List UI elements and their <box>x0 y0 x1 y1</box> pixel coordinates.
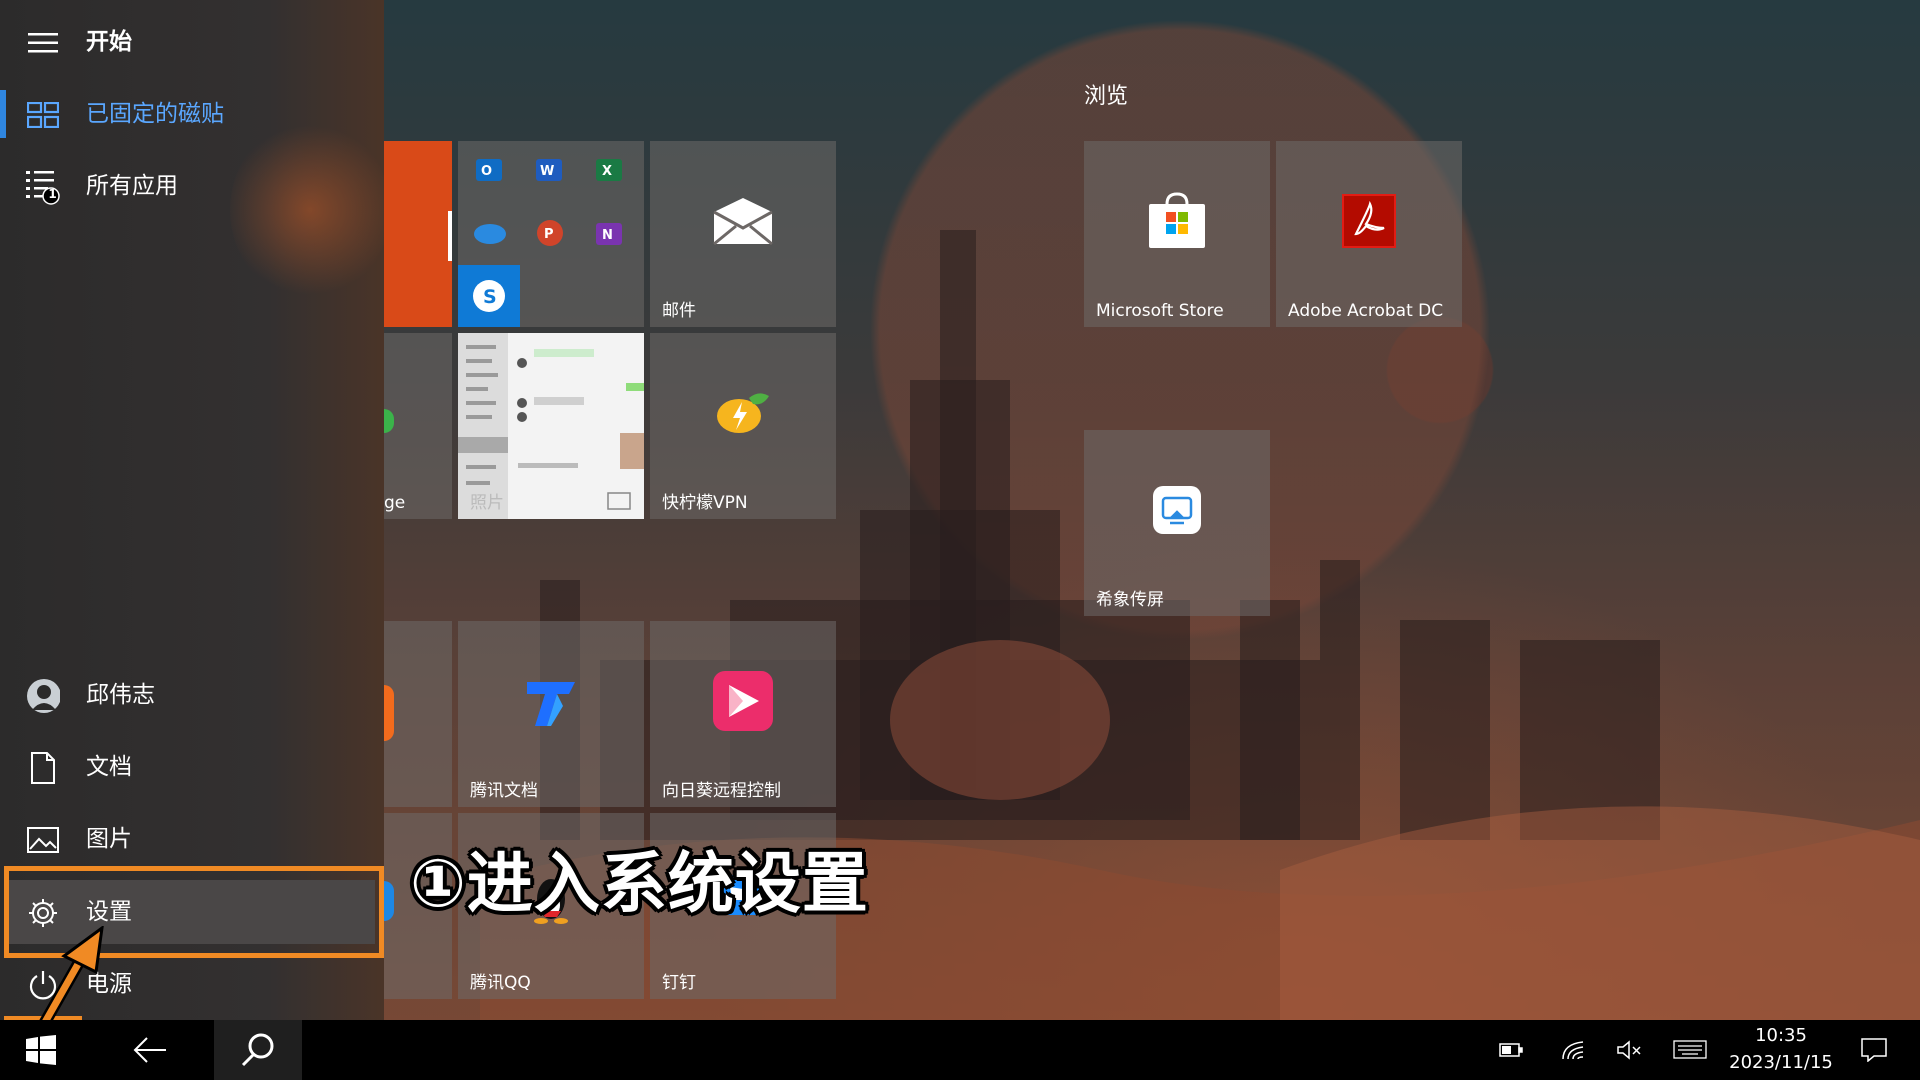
mail-icon <box>712 196 774 250</box>
list-icon: 1 <box>26 170 60 205</box>
picture-icon <box>26 823 60 857</box>
nav-pinned-tiles[interactable]: 已固定的磁贴 <box>0 82 384 146</box>
svg-text:S: S <box>483 286 497 308</box>
step-annotation: ①进入系统设置 <box>410 845 869 922</box>
mail-tile[interactable]: 邮件 <box>650 141 836 327</box>
start-menu-pane: 开始 已固定的磁贴 1 所有应用 邱伟志 文档 图片 设置 电源 <box>0 0 390 1020</box>
acrobat-tile[interactable]: Adobe Acrobat DC <box>1276 141 1462 327</box>
tencent-docs-icon <box>523 674 579 732</box>
sunlogin-label: 向日葵远程控制 <box>662 781 781 801</box>
active-indicator <box>0 90 6 138</box>
svg-text:X: X <box>602 164 612 179</box>
photos-label: 照片 <box>470 493 504 513</box>
user-name: 邱伟志 <box>86 682 155 708</box>
pictures-item[interactable]: 图片 <box>0 807 384 871</box>
back-button[interactable] <box>106 1020 194 1080</box>
clock[interactable]: 10:35 2023/11/15 <box>1716 1022 1846 1076</box>
nav-pinned-label: 已固定的磁贴 <box>86 101 224 127</box>
office-logo-fragment <box>448 211 452 261</box>
user-account[interactable]: 邱伟志 <box>0 663 384 727</box>
dingtalk-label: 钉钉 <box>662 973 696 993</box>
sunlogin-icon <box>713 670 773 735</box>
documents-item[interactable]: 文档 <box>0 735 384 799</box>
vpn-tile[interactable]: 快柠檬VPN <box>650 333 836 519</box>
volume-muted-icon[interactable] <box>1612 1020 1646 1080</box>
svg-text:W: W <box>540 164 554 179</box>
avatar <box>26 679 60 713</box>
app-logo-fragment <box>384 685 394 741</box>
app-tile-partial-1[interactable] <box>384 621 452 807</box>
clock-date: 2023/11/15 <box>1729 1052 1833 1073</box>
lemon-vpn-icon <box>715 390 771 440</box>
pictures-label: 图片 <box>86 826 132 852</box>
sunlogin-tile[interactable]: 向日葵远程控制 <box>650 621 836 807</box>
browse-group-title: 浏览 <box>1084 84 1129 109</box>
edge-tile-partial[interactable]: ge <box>384 333 452 519</box>
notification-center-icon[interactable] <box>1852 1020 1896 1080</box>
acrobat-icon <box>1342 193 1396 252</box>
office-apps-icons: O W X P N S <box>458 159 622 327</box>
edge-logo-fragment <box>384 409 394 433</box>
svg-text:O: O <box>481 164 492 179</box>
app-logo-fragment-blue <box>384 881 394 921</box>
screen-cast-icon <box>1152 485 1202 539</box>
pointer-arrow <box>38 926 104 1030</box>
tencent-docs-label: 腾讯文档 <box>470 781 538 801</box>
battery-icon[interactable] <box>1494 1020 1528 1080</box>
store-label: Microsoft Store <box>1096 301 1224 321</box>
microsoft-store-tile[interactable]: Microsoft Store <box>1084 141 1270 327</box>
clock-time: 10:35 <box>1755 1025 1807 1046</box>
xixiang-cast-tile[interactable]: 希象传屏 <box>1084 430 1270 616</box>
nav-all-apps[interactable]: 1 所有应用 <box>0 154 384 218</box>
mail-label: 邮件 <box>662 301 696 321</box>
documents-label: 文档 <box>86 754 132 780</box>
back-arrow-icon <box>133 1037 166 1063</box>
office-tile-partial[interactable] <box>384 141 452 327</box>
wifi-icon[interactable] <box>1556 1020 1590 1080</box>
search-icon <box>241 1033 274 1067</box>
taskbar: 10:35 2023/11/15 <box>0 1020 1920 1080</box>
start-header[interactable]: 开始 <box>0 10 384 74</box>
store-bag-icon <box>1147 192 1207 254</box>
photos-tile[interactable]: 照片 <box>458 333 644 519</box>
tiles-grid-icon <box>26 98 60 132</box>
vpn-label: 快柠檬VPN <box>662 493 748 513</box>
all-apps-badge: 1 <box>48 187 57 201</box>
search-button[interactable] <box>214 1020 302 1080</box>
hamburger-menu-icon[interactable] <box>26 26 60 60</box>
office-apps-folder-tile[interactable]: O W X P N S <box>458 141 644 327</box>
xixiang-label: 希象传屏 <box>1096 590 1164 610</box>
acrobat-label: Adobe Acrobat DC <box>1288 301 1444 321</box>
windows-logo-icon <box>26 1035 56 1065</box>
start-title: 开始 <box>86 29 132 55</box>
keyboard-icon[interactable] <box>1670 1020 1710 1080</box>
document-icon <box>26 751 60 785</box>
edge-label: ge <box>384 493 406 513</box>
tencent-docs-tile[interactable]: 腾讯文档 <box>458 621 644 807</box>
svg-text:P: P <box>544 227 554 242</box>
svg-text:N: N <box>602 228 613 243</box>
start-button[interactable] <box>0 1020 82 1080</box>
qq-label: 腾讯QQ <box>470 973 531 993</box>
nav-all-apps-label: 所有应用 <box>86 173 178 199</box>
gear-icon <box>26 896 60 930</box>
